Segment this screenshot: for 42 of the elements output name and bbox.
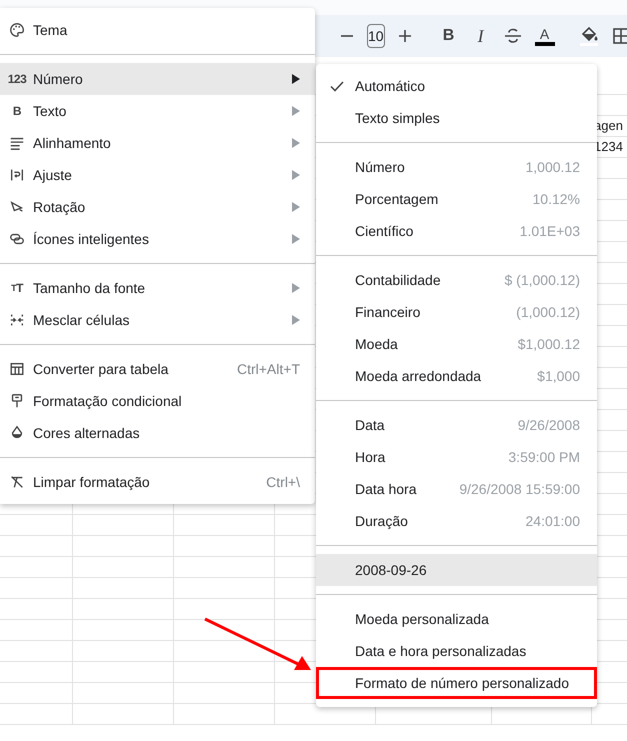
menu-item[interactable]: Porcentagem 10.12%: [316, 183, 597, 215]
menu-item[interactable]: Moeda $1,000.12: [316, 328, 597, 360]
menu-item[interactable]: 2008-09-26: [316, 554, 597, 586]
bold-button[interactable]: B: [438, 22, 459, 50]
menu-item[interactable]: Duração 24:01:00: [316, 505, 597, 537]
menu-item[interactable]: Data 9/26/2008: [316, 409, 597, 441]
borders-icon[interactable]: [610, 28, 627, 44]
menu-item[interactable]: Tema: [0, 14, 315, 46]
menu-item[interactable]: Formatação condicional: [0, 385, 315, 417]
menu-item[interactable]: Hora 3:59:00 PM: [316, 441, 597, 473]
menu-item[interactable]: Ajuste: [0, 159, 315, 191]
icon-label: B: [12, 103, 22, 120]
menu-item[interactable]: B Texto: [0, 95, 315, 127]
menu-item[interactable]: Rotação: [0, 191, 315, 223]
menu-item[interactable]: Contabilidade $ (1,000.12): [316, 264, 597, 296]
menu-item[interactable]: Texto simples: [316, 102, 597, 134]
text-color-button[interactable]: A: [534, 22, 555, 50]
menu-item[interactable]: Converter para tabela Ctrl+Alt+T: [0, 353, 315, 385]
italic-button[interactable]: I: [470, 22, 491, 50]
menu-item[interactable]: Ícones inteligentes: [0, 223, 315, 255]
menu-item[interactable]: Limpar formatação Ctrl+\: [0, 466, 315, 498]
table-icon: [8, 360, 26, 378]
menu-item[interactable]: Moeda arredondada $1,000: [316, 360, 597, 392]
strikethrough-icon[interactable]: [502, 27, 523, 45]
menu-item[interactable]: Mesclar células: [0, 304, 315, 336]
menu-item[interactable]: Data hora 9/26/2008 15:59:00: [316, 473, 597, 505]
menu-item[interactable]: Formato de número personalizado: [316, 667, 597, 699]
font-size-field[interactable]: 10: [367, 24, 385, 48]
menu-item[interactable]: Data e hora personalizadas: [316, 635, 597, 667]
icon-label: 123: [8, 71, 26, 88]
menu-item[interactable]: Cores alternadas: [0, 417, 315, 449]
menu-item[interactable]: 123 Número: [0, 63, 315, 95]
icon-label: TT: [10, 280, 24, 297]
menu-item[interactable]: TT Tamanho da fonte: [0, 272, 315, 304]
palette-icon: [8, 21, 26, 39]
menu-item[interactable]: Moeda personalizada: [316, 603, 597, 635]
menu-item[interactable]: Financeiro (1,000.12): [316, 296, 597, 328]
menu-item[interactable]: Científico 1.01E+03: [316, 215, 597, 247]
menu-item[interactable]: Alinhamento: [0, 127, 315, 159]
menu-item[interactable]: Automático: [316, 70, 597, 102]
menu-item[interactable]: Número 1,000.12: [316, 151, 597, 183]
fill-bucket-icon[interactable]: [578, 25, 599, 47]
